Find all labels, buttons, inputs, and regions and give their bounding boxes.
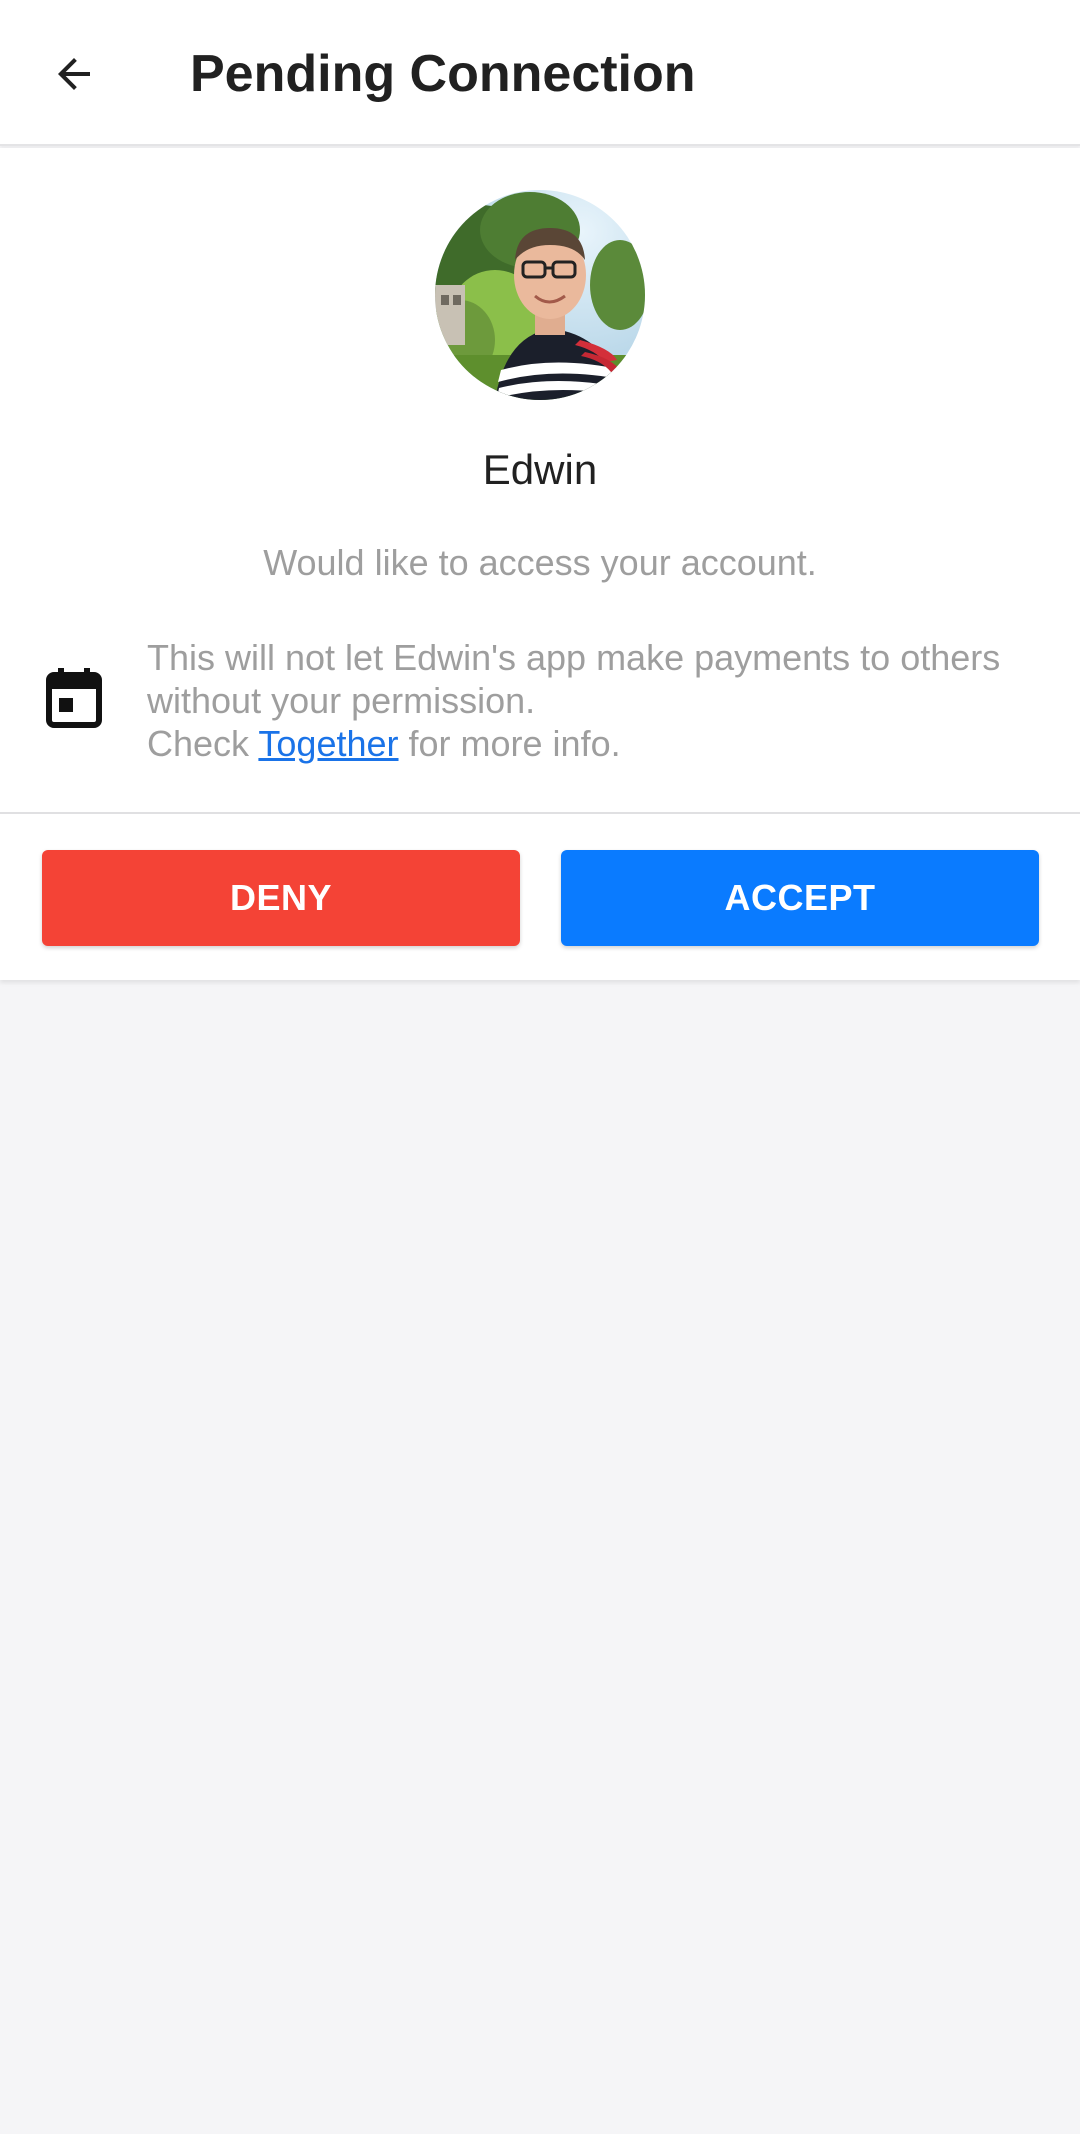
info-line-2: without your permission. xyxy=(147,680,536,721)
app-bar: Pending Connection xyxy=(0,0,1080,146)
page-title: Pending Connection xyxy=(190,45,696,103)
calendar-icon xyxy=(46,668,102,728)
info-line-1: This will not let Edwin's app make payme… xyxy=(147,637,1001,678)
requester-name: Edwin xyxy=(482,446,598,493)
connection-card: Edwin Would like to access your account.… xyxy=(0,148,1080,980)
avatar xyxy=(435,190,645,400)
info-suffix-text: for more info. xyxy=(398,723,621,764)
info-check-text: Check xyxy=(147,723,259,764)
info-line-3: Check Together for more info. xyxy=(147,722,1047,765)
back-button[interactable] xyxy=(32,32,116,116)
arrow-left-icon xyxy=(58,58,90,90)
divider xyxy=(0,812,1080,814)
info-text: This will not let Edwin's app make payme… xyxy=(147,636,1047,765)
accept-button[interactable]: ACCEPT xyxy=(561,850,1039,946)
together-link[interactable]: Together xyxy=(258,723,398,764)
request-subtitle: Would like to access your account. xyxy=(263,542,817,583)
deny-button[interactable]: DENY xyxy=(42,850,520,946)
